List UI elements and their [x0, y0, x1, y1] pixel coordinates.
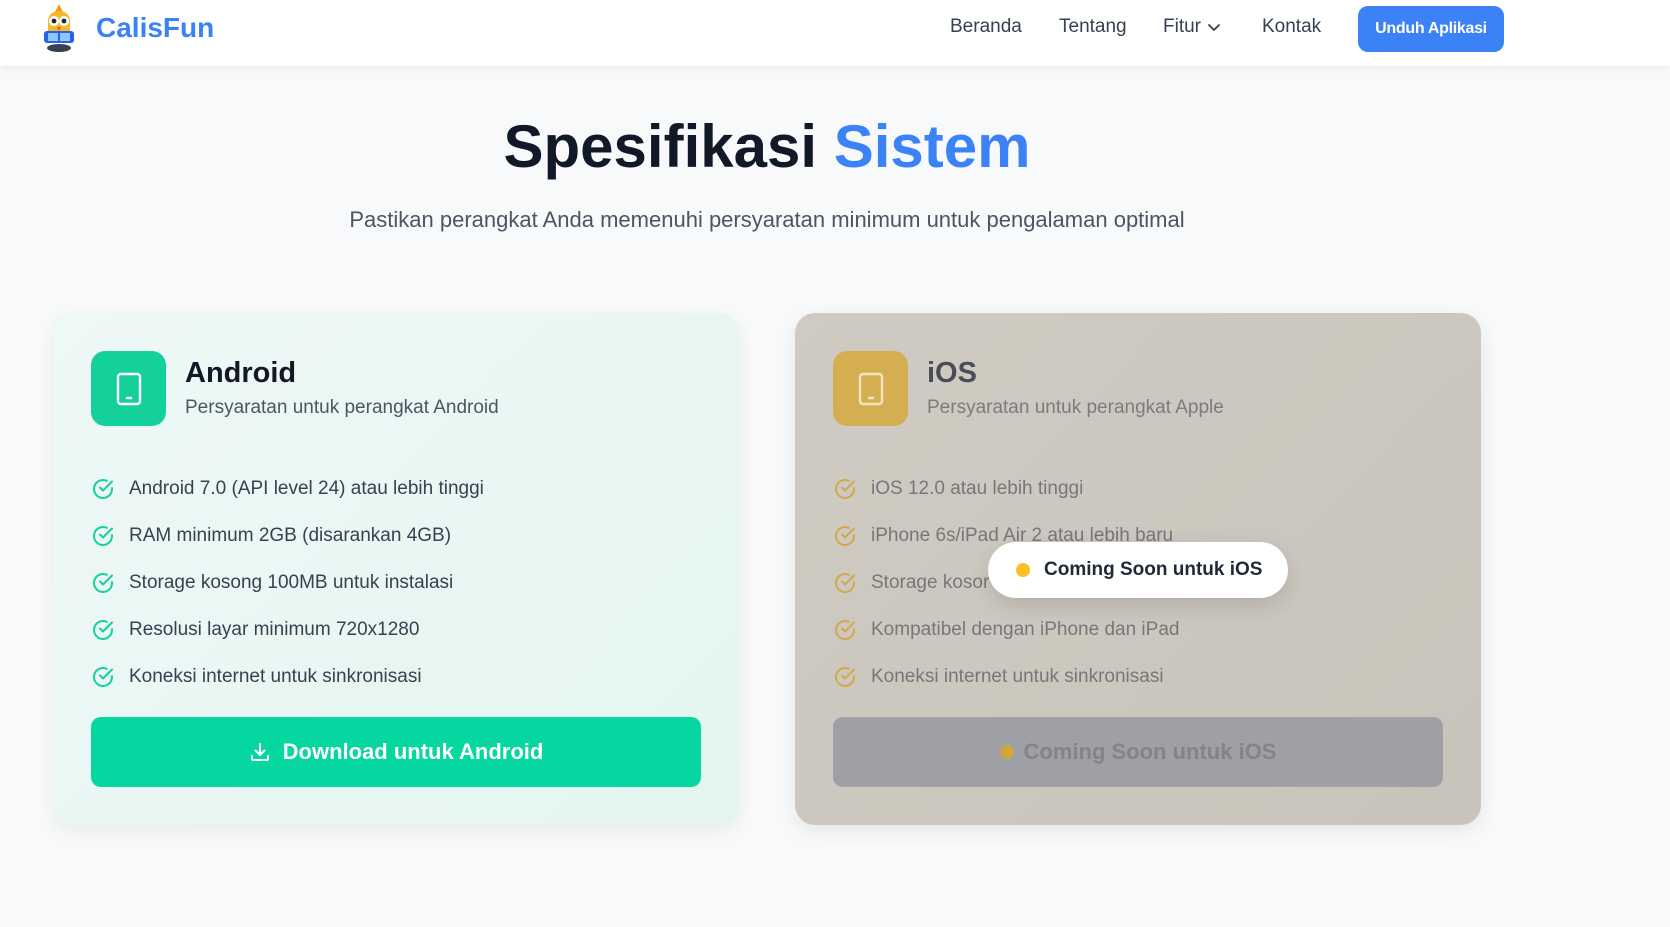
requirement-text: Koneksi internet untuk sinkronisasi [871, 665, 1164, 687]
coming-soon-badge: Coming Soon untuk iOS [988, 542, 1288, 598]
check-circle-icon [93, 478, 113, 499]
status-dot-icon [1016, 563, 1030, 577]
list-item: Koneksi internet untuk sinkronisasi [91, 653, 484, 700]
nav-beranda[interactable]: Beranda [950, 16, 1022, 38]
nav-fitur-dropdown[interactable]: Fitur [1163, 16, 1221, 38]
check-circle-icon [93, 666, 113, 687]
title-accent: Sistem [833, 113, 1031, 180]
requirement-text: Resolusi layar minimum 720x1280 [129, 618, 420, 640]
status-dot-icon [999, 745, 1014, 759]
download-android-button[interactable]: Download untuk Android [91, 717, 701, 787]
list-item: Resolusi layar minimum 720x1280 [91, 606, 484, 653]
chevron-down-icon [1208, 24, 1220, 31]
check-circle-icon [93, 619, 113, 640]
download-icon [250, 743, 269, 761]
android-requirements-card: Android Persyaratan untuk perangkat Andr… [53, 313, 739, 825]
android-icon-tile [91, 351, 166, 426]
list-item: Koneksi internet untuk sinkronisasi [833, 653, 1179, 700]
requirement-text: RAM minimum 2GB (disarankan 4GB) [129, 524, 452, 546]
download-android-label: Download untuk Android [282, 739, 544, 764]
page-title: Spesifikasi Sistem [0, 112, 1534, 181]
requirement-text: iOS 12.0 atau lebih tinggi [871, 477, 1084, 499]
list-item: iOS 12.0 atau lebih tinggi [833, 465, 1179, 512]
ios-card-description: Persyaratan untuk perangkat Apple [927, 397, 1224, 418]
requirement-text: Android 7.0 (API level 24) atau lebih ti… [129, 477, 484, 499]
check-circle-icon [835, 478, 855, 499]
ios-card-title: iOS [927, 357, 977, 389]
check-circle-icon [835, 619, 855, 640]
requirement-text: Storage kosong 100MB untuk instalasi [129, 571, 454, 593]
check-circle-icon [835, 572, 855, 593]
title-main: Spesifikasi [503, 113, 818, 180]
ios-icon-tile [833, 351, 908, 426]
list-item: Kompatibel dengan iPhone dan iPad [833, 606, 1179, 653]
brand-logo[interactable]: CalisFun [40, 3, 214, 53]
calisfun-mascot-logo [44, 4, 74, 52]
nav-kontak[interactable]: Kontak [1262, 16, 1321, 38]
check-circle-icon [93, 525, 113, 546]
requirement-text: Kompatibel dengan iPhone dan iPad [871, 618, 1180, 640]
brand-name: CalisFun [96, 12, 215, 43]
requirement-text: Koneksi internet untuk sinkronisasi [129, 665, 422, 687]
coming-soon-ios-label: Coming Soon untuk iOS [1023, 739, 1277, 764]
android-requirements-list: Android 7.0 (API level 24) atau lebih ti… [91, 465, 484, 700]
site-header: CalisFun Beranda Tentang Fitur Kontak Un… [0, 0, 1670, 66]
download-app-button[interactable]: Unduh Aplikasi [1358, 6, 1504, 52]
list-item: RAM minimum 2GB (disarankan 4GB) [91, 512, 484, 559]
check-circle-icon [835, 525, 855, 546]
list-item: Storage kosong 100MB untuk instalasi [91, 559, 484, 606]
android-card-title: Android [185, 357, 297, 389]
check-circle-icon [835, 666, 855, 687]
page-subtitle: Pastikan perangkat Anda memenuhi persyar… [349, 207, 1185, 232]
requirement-text: Storage kosor [871, 571, 990, 593]
tablet-icon [116, 372, 141, 405]
list-item: Android 7.0 (API level 24) atau lebih ti… [91, 465, 484, 512]
coming-soon-badge-label: Coming Soon untuk iOS [1044, 559, 1263, 580]
tablet-icon [858, 372, 883, 405]
android-card-description: Persyaratan untuk perangkat Android [185, 397, 499, 418]
coming-soon-ios-button: Coming Soon untuk iOS [833, 717, 1443, 787]
check-circle-icon [93, 572, 113, 593]
nav-fitur-label: Fitur [1163, 16, 1201, 37]
nav-tentang[interactable]: Tentang [1059, 16, 1127, 38]
